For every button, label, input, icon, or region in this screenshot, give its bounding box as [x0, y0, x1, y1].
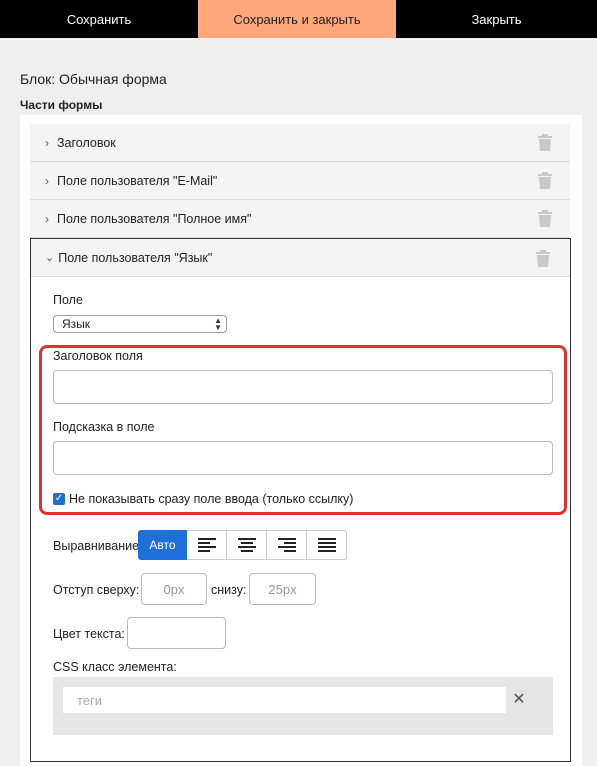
block-title: Блок: Обычная форма [20, 71, 167, 87]
align-center-icon [237, 538, 256, 552]
form-part-language-header[interactable]: ⌄ Поле пользователя "Язык" [31, 239, 570, 277]
text-color-label: Цвет текста: [53, 627, 125, 641]
save-button[interactable]: Сохранить [0, 0, 198, 38]
trash-icon[interactable] [538, 210, 552, 227]
hide-input-checkbox-label: Не показывать сразу поле ввода (только с… [69, 492, 354, 506]
align-left-icon [197, 538, 216, 552]
margin-bottom-input[interactable]: 25px [249, 573, 316, 605]
field-hint-label: Подсказка в поле [53, 420, 155, 434]
align-auto-button[interactable]: Авто [138, 530, 187, 560]
tags-input[interactable]: теги [63, 687, 506, 713]
hide-input-checkbox[interactable]: ✓ [53, 493, 65, 505]
form-parts-heading: Части формы [20, 98, 103, 112]
align-center-button[interactable] [227, 530, 267, 560]
text-color-input[interactable] [127, 617, 226, 649]
field-hint-input[interactable] [53, 441, 553, 475]
margin-bottom-label: снизу: [211, 583, 247, 597]
margin-top-label: Отступ сверху: [53, 583, 140, 597]
field-title-input[interactable] [53, 370, 553, 404]
clear-tags-icon[interactable]: ✕ [512, 691, 526, 709]
chevron-right-icon: › [45, 211, 49, 226]
field-label: Поле [53, 293, 83, 307]
select-arrows-icon: ▲ ▼ [214, 316, 222, 332]
form-part-title[interactable]: › Заголовок [30, 124, 570, 162]
trash-icon[interactable] [538, 172, 552, 189]
form-part-language-expanded: ⌄ Поле пользователя "Язык" Поле Язык ▲ ▼ … [30, 238, 571, 762]
toolbar: Сохранить Сохранить и закрыть Закрыть [0, 0, 597, 38]
margin-top-input[interactable]: 0px [141, 573, 207, 605]
trash-icon[interactable] [536, 250, 550, 267]
css-class-tag-box: теги ✕ [53, 677, 553, 735]
chevron-down-icon: ⌄ [45, 252, 55, 264]
form-part-label: Заголовок [57, 135, 116, 150]
alignment-label: Выравнивание [53, 539, 140, 553]
form-part-fullname[interactable]: › Поле пользователя "Полное имя" [30, 200, 570, 238]
save-and-close-button[interactable]: Сохранить и закрыть [198, 0, 396, 38]
form-part-label: Поле пользователя "Полное имя" [57, 211, 252, 226]
chevron-right-icon: › [45, 173, 49, 188]
trash-icon[interactable] [538, 134, 552, 151]
form-part-email[interactable]: › Поле пользователя "E-Mail" [30, 162, 570, 200]
align-justify-icon [317, 538, 336, 552]
form-part-label: Поле пользователя "Язык" [58, 250, 213, 265]
align-right-button[interactable] [267, 530, 307, 560]
align-justify-button[interactable] [307, 530, 347, 560]
css-class-label: CSS класс элемента: [53, 660, 177, 674]
alignment-button-group: Авто [138, 530, 347, 560]
field-title-label: Заголовок поля [53, 349, 143, 363]
chevron-right-icon: › [45, 135, 49, 150]
field-select[interactable]: Язык ▲ ▼ [53, 315, 227, 333]
align-right-icon [277, 538, 296, 552]
field-select-value: Язык [62, 317, 91, 331]
form-part-label: Поле пользователя "E-Mail" [57, 173, 218, 188]
align-left-button[interactable] [187, 530, 227, 560]
close-button[interactable]: Закрыть [396, 0, 597, 38]
